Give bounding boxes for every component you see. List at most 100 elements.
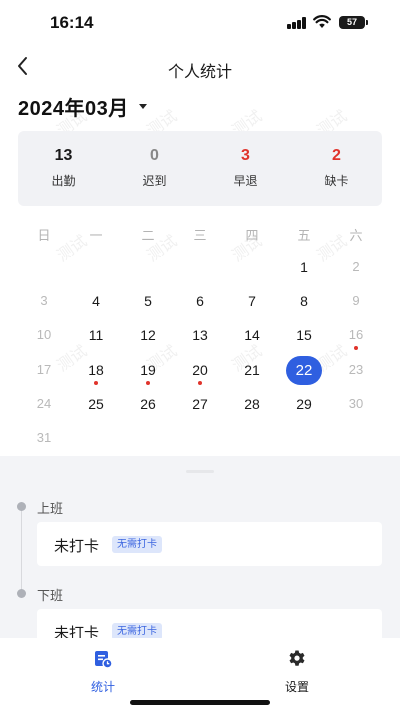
weekday-header: 四 xyxy=(245,228,259,243)
timeline-dot xyxy=(17,502,26,511)
day-number: 17 xyxy=(36,362,52,377)
cellular-signal-icon xyxy=(287,17,307,29)
stat-value: 13 xyxy=(54,147,73,164)
abnormal-dot xyxy=(198,381,202,385)
calendar-day[interactable]: 25 xyxy=(70,389,122,419)
calendar-day[interactable]: 30 xyxy=(330,389,382,419)
calendar-day[interactable]: 1 xyxy=(278,252,330,282)
calendar-day[interactable]: 6 xyxy=(174,286,226,316)
punch-status: 未打卡 xyxy=(54,538,100,555)
day-number: 2 xyxy=(352,259,360,274)
tab-label: 设置 xyxy=(284,680,309,694)
timeline-dot xyxy=(17,589,26,598)
calendar-day[interactable]: 20 xyxy=(174,355,226,385)
calendar-day[interactable]: 12 xyxy=(122,320,174,350)
day-number: 12 xyxy=(140,327,156,343)
stat-missed-punch[interactable]: 2 缺卡 xyxy=(291,147,382,189)
calendar-day[interactable]: 16 xyxy=(330,320,382,350)
stat-label: 早退 xyxy=(233,174,258,188)
weekday-header: 一 xyxy=(89,228,103,243)
section-label-clock-out: 下班 xyxy=(37,588,64,603)
calendar-day[interactable]: 9 xyxy=(330,286,382,316)
calendar-day[interactable]: 4 xyxy=(70,286,122,316)
day-number: 22 xyxy=(286,356,322,385)
day-number: 29 xyxy=(296,396,312,412)
tab-label: 统计 xyxy=(90,680,115,694)
month-picker[interactable]: 2024年03月 xyxy=(18,92,147,120)
calendar-day[interactable]: 28 xyxy=(226,389,278,419)
stat-early-leave[interactable]: 3 早退 xyxy=(200,147,291,189)
calendar-day[interactable]: 14 xyxy=(226,320,278,350)
day-number: 26 xyxy=(140,396,156,412)
calendar-day[interactable]: 8 xyxy=(278,286,330,316)
calendar-day[interactable]: 13 xyxy=(174,320,226,350)
status-bar: 16:14 57 xyxy=(0,0,400,46)
stats-summary-card: 13 出勤 0 迟到 3 早退 2 缺卡 xyxy=(18,131,382,206)
calendar-day[interactable]: 23 xyxy=(330,355,382,385)
abnormal-dot xyxy=(354,346,358,350)
calendar-stats-icon xyxy=(95,651,113,669)
stat-value: 2 xyxy=(332,147,341,164)
day-number: 30 xyxy=(348,396,364,411)
day-number: 13 xyxy=(192,327,208,343)
weekday-header: 日 xyxy=(37,228,51,243)
day-number: 20 xyxy=(192,362,208,378)
abnormal-dot xyxy=(146,381,150,385)
calendar-day[interactable]: 5 xyxy=(122,286,174,316)
punch-records-panel: 上班 未打卡 无需打卡 下班 未打卡 无需打卡 xyxy=(0,456,400,653)
weekday-header: 六 xyxy=(349,228,363,243)
stat-label: 迟到 xyxy=(142,174,167,188)
section-label-clock-in: 上班 xyxy=(37,501,64,516)
calendar-day[interactable]: 18 xyxy=(70,355,122,385)
calendar-day[interactable]: 29 xyxy=(278,389,330,419)
stat-late[interactable]: 0 迟到 xyxy=(109,147,200,189)
page-title: 个人统计 xyxy=(167,64,232,81)
day-number: 28 xyxy=(244,396,260,412)
calendar-day[interactable]: 24 xyxy=(18,389,70,419)
day-number: 31 xyxy=(36,430,52,445)
calendar-day[interactable]: 26 xyxy=(122,389,174,419)
day-number: 19 xyxy=(140,362,156,378)
weekday-header: 五 xyxy=(297,228,311,243)
stat-label: 出勤 xyxy=(51,174,76,188)
weekday-header: 三 xyxy=(193,228,207,243)
calendar-day[interactable]: 3 xyxy=(18,286,70,316)
calendar-day[interactable]: 19 xyxy=(122,355,174,385)
tab-settings[interactable]: 设置 xyxy=(257,648,337,695)
abnormal-dot xyxy=(94,381,98,385)
calendar-day[interactable]: 31 xyxy=(18,423,70,453)
day-number: 5 xyxy=(144,293,152,309)
calendar-day[interactable]: 27 xyxy=(174,389,226,419)
stat-attendance[interactable]: 13 出勤 xyxy=(18,147,109,189)
drag-handle[interactable] xyxy=(186,470,214,473)
day-number: 6 xyxy=(196,293,204,309)
status-time: 16:14 xyxy=(50,13,94,32)
weekday-header: 二 xyxy=(141,228,155,243)
tab-statistics[interactable]: 统计 xyxy=(63,648,143,695)
punch-card-clock-in[interactable]: 未打卡 无需打卡 xyxy=(37,522,382,566)
day-number: 3 xyxy=(40,293,48,308)
stat-value: 0 xyxy=(150,147,159,164)
calendar-day[interactable]: 7 xyxy=(226,286,278,316)
day-number: 11 xyxy=(88,327,104,343)
day-number: 7 xyxy=(248,293,256,309)
day-number: 14 xyxy=(244,327,260,343)
calendar-day-selected[interactable]: 22 xyxy=(278,355,330,385)
calendar-day[interactable]: 10 xyxy=(18,320,70,350)
nav-bar: 个人统计 xyxy=(0,46,400,90)
calendar-day[interactable]: 21 xyxy=(226,355,278,385)
day-number: 27 xyxy=(192,396,208,412)
stat-label: 缺卡 xyxy=(324,174,349,188)
month-label: 2024年03月 xyxy=(18,97,129,120)
day-number: 4 xyxy=(92,293,100,309)
day-number: 8 xyxy=(300,293,308,309)
day-number: 16 xyxy=(348,327,364,342)
day-number: 9 xyxy=(352,293,360,308)
calendar-day[interactable]: 2 xyxy=(330,252,382,282)
calendar-day[interactable]: 11 xyxy=(70,320,122,350)
day-number: 21 xyxy=(244,362,260,378)
calendar-day[interactable]: 17 xyxy=(18,355,70,385)
day-number: 25 xyxy=(88,396,104,412)
stat-value: 3 xyxy=(241,147,250,164)
calendar-day[interactable]: 15 xyxy=(278,320,330,350)
